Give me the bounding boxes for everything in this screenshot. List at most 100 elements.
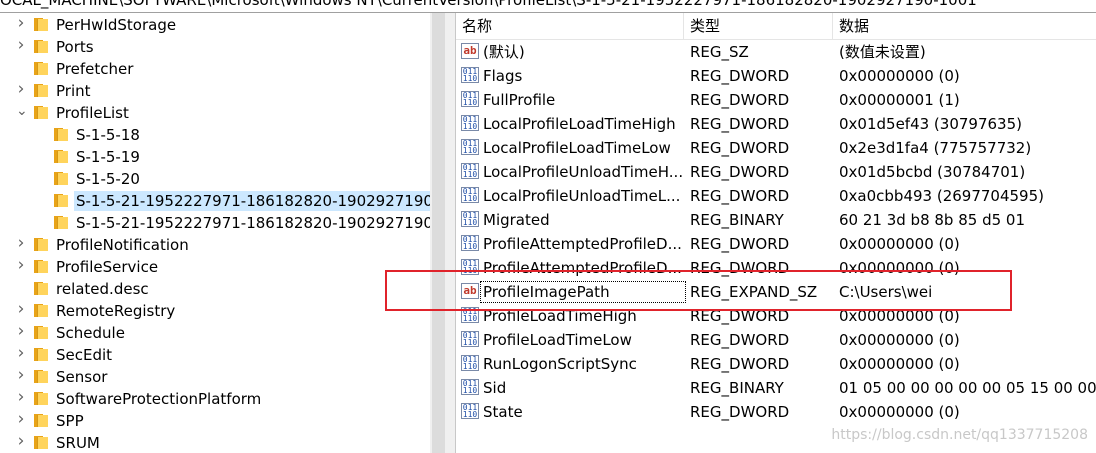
chevron-down-icon[interactable] xyxy=(16,106,26,118)
folder-icon xyxy=(34,414,48,427)
tree-item[interactable]: Ports xyxy=(0,36,430,58)
tree-item[interactable]: S-1-5-20 xyxy=(0,168,430,190)
address-bar[interactable]: OCAL_MACHINE\SOFTWARE\Microsoft\Windows … xyxy=(0,0,1096,13)
tree-item[interactable]: related.desc xyxy=(0,278,430,300)
binary-value-icon: 011 110 xyxy=(461,163,479,179)
tree-item-label: SRUM xyxy=(56,434,100,452)
value-name: State xyxy=(483,403,523,421)
tree-item-label: PerHwIdStorage xyxy=(56,16,177,34)
tree-item[interactable]: Sensor xyxy=(0,366,430,388)
chevron-right-icon[interactable] xyxy=(16,40,26,52)
value-name: LocalProfileLoadTimeLow xyxy=(483,139,671,157)
chevron-right-icon[interactable] xyxy=(16,84,26,96)
pane-splitter[interactable] xyxy=(447,13,456,453)
chevron-right-icon[interactable] xyxy=(16,326,26,338)
chevron-right-icon[interactable] xyxy=(16,370,26,382)
tree-item[interactable]: ProfileNotification xyxy=(0,234,430,256)
column-header-data[interactable]: 数据 xyxy=(833,13,1096,39)
value-row[interactable]: 011 110 ProfileAttemptedProfileD... REG_DW… xyxy=(456,232,1096,256)
value-row[interactable]: 011 110 Sid REG_BINARY 01 05 00 00 00 00 00… xyxy=(456,376,1096,400)
column-header-type[interactable]: 类型 xyxy=(684,13,833,39)
folder-icon xyxy=(34,106,48,119)
tree-item-label: S-1-5-18 xyxy=(76,126,140,144)
values-list-header: 名称 类型 数据 xyxy=(456,13,1096,40)
value-type: REG_BINARY xyxy=(690,379,784,397)
chevron-right-icon[interactable] xyxy=(16,304,26,316)
value-type: REG_DWORD xyxy=(690,115,790,133)
value-name: Migrated xyxy=(483,211,550,229)
tree-scrollbar-thumb[interactable] xyxy=(432,13,445,453)
chevron-right-icon[interactable] xyxy=(16,414,26,426)
value-type: REG_DWORD xyxy=(690,403,790,421)
value-row[interactable]: 011 110 LocalProfileUnloadTimeH... REG_DWO… xyxy=(456,160,1096,184)
chevron-right-icon[interactable] xyxy=(16,260,26,272)
tree-item-label: RemoteRegistry xyxy=(56,302,176,320)
value-row[interactable]: 011 110 Migrated REG_BINARY 60 21 3d b8 8b … xyxy=(456,208,1096,232)
value-data: 0x2e3d1fa4 (775757732) xyxy=(839,139,1032,157)
tree-item[interactable]: ProfileService xyxy=(0,256,430,278)
value-data: 0xa0cbb493 (2697704595) xyxy=(839,187,1044,205)
column-header-name[interactable]: 名称 xyxy=(456,13,684,39)
value-type: REG_DWORD xyxy=(690,139,790,157)
tree-item[interactable]: S-1-5-18 xyxy=(0,124,430,146)
value-name: Sid xyxy=(483,379,507,397)
tree-item-label: Ports xyxy=(56,38,94,56)
value-row[interactable]: 011 110 LocalProfileLoadTimeHigh REG_DWORD… xyxy=(456,112,1096,136)
value-row[interactable]: 011 110 Flags REG_DWORD 0x00000000 (0) xyxy=(456,64,1096,88)
chevron-right-icon[interactable] xyxy=(16,348,26,360)
value-type: REG_DWORD xyxy=(690,91,790,109)
value-row[interactable]: 011 110 LocalProfileLoadTimeLow REG_DWORD 0… xyxy=(456,136,1096,160)
value-name: LocalProfileUnloadTimeL... xyxy=(483,187,681,205)
tree-item[interactable]: Print xyxy=(0,80,430,102)
tree-item[interactable]: SRUM xyxy=(0,432,430,453)
tree-item-label: ProfileService xyxy=(56,258,159,276)
value-name: Flags xyxy=(483,67,523,85)
value-name: (默认) xyxy=(483,43,525,61)
value-row[interactable]: 011 110 ProfileLoadTimeLow REG_DWORD 0x0000… xyxy=(456,328,1096,352)
folder-icon xyxy=(34,260,48,273)
tree-item[interactable]: SoftwareProtectionPlatform xyxy=(0,388,430,410)
tree-item[interactable]: Schedule xyxy=(0,322,430,344)
value-data: 0x00000000 (0) xyxy=(839,355,960,373)
values-list[interactable]: 名称 类型 数据 ab (默认) REG_SZ (数值未设置) 011 110 Flags… xyxy=(456,13,1096,453)
value-row[interactable]: 011 110 LocalProfileUnloadTimeL... REG_DWO… xyxy=(456,184,1096,208)
registry-tree[interactable]: PerHwIdStorage Ports Prefetcher Print Profil… xyxy=(0,13,430,453)
folder-icon xyxy=(34,304,48,317)
tree-item[interactable]: S-1-5-21-1952227971-186182820-1902927190… xyxy=(0,212,430,234)
folder-icon xyxy=(54,216,68,229)
value-row[interactable]: ab (默认) REG_SZ (数值未设置) xyxy=(456,40,1096,64)
tree-item-label: S-1-5-19 xyxy=(76,148,140,166)
annotation-highlight-box xyxy=(385,270,1012,311)
string-value-icon: ab xyxy=(461,43,479,59)
value-type: REG_DWORD xyxy=(690,355,790,373)
chevron-right-icon[interactable] xyxy=(16,18,26,30)
binary-value-icon: 011 110 xyxy=(461,331,479,347)
value-row[interactable]: 011 110 RunLogonScriptSync REG_DWORD 0x0000… xyxy=(456,352,1096,376)
chevron-right-icon[interactable] xyxy=(16,436,26,448)
tree-item[interactable]: SPP xyxy=(0,410,430,432)
tree-item-label: Sensor xyxy=(56,368,108,386)
folder-icon xyxy=(54,150,68,163)
tree-item[interactable]: S-1-5-19 xyxy=(0,146,430,168)
value-name: RunLogonScriptSync xyxy=(483,355,637,373)
tree-scrollbar[interactable] xyxy=(430,13,447,453)
tree-item[interactable]: Prefetcher xyxy=(0,58,430,80)
value-name: FullProfile xyxy=(483,91,556,109)
folder-icon xyxy=(34,40,48,53)
tree-item[interactable]: ProfileList xyxy=(0,102,430,124)
tree-item[interactable]: SecEdit xyxy=(0,344,430,366)
binary-value-icon: 011 110 xyxy=(461,379,479,395)
folder-icon xyxy=(34,62,48,75)
value-row[interactable]: 011 110 State REG_DWORD 0x00000000 (0) xyxy=(456,400,1096,424)
tree-item-label: S-1-5-21-1952227971-186182820-1902927190… xyxy=(76,214,430,232)
value-row[interactable]: 011 110 FullProfile REG_DWORD 0x00000001 (1… xyxy=(456,88,1096,112)
folder-icon xyxy=(54,128,68,141)
chevron-right-icon[interactable] xyxy=(16,238,26,250)
tree-item[interactable]: S-1-5-21-1952227971-186182820-1902927190… xyxy=(0,190,430,212)
value-type: REG_SZ xyxy=(690,43,749,61)
tree-item[interactable]: PerHwIdStorage xyxy=(0,14,430,36)
folder-icon xyxy=(34,84,48,97)
chevron-right-icon[interactable] xyxy=(16,392,26,404)
registry-editor-window: OCAL_MACHINE\SOFTWARE\Microsoft\Windows … xyxy=(0,0,1096,453)
tree-item[interactable]: RemoteRegistry xyxy=(0,300,430,322)
